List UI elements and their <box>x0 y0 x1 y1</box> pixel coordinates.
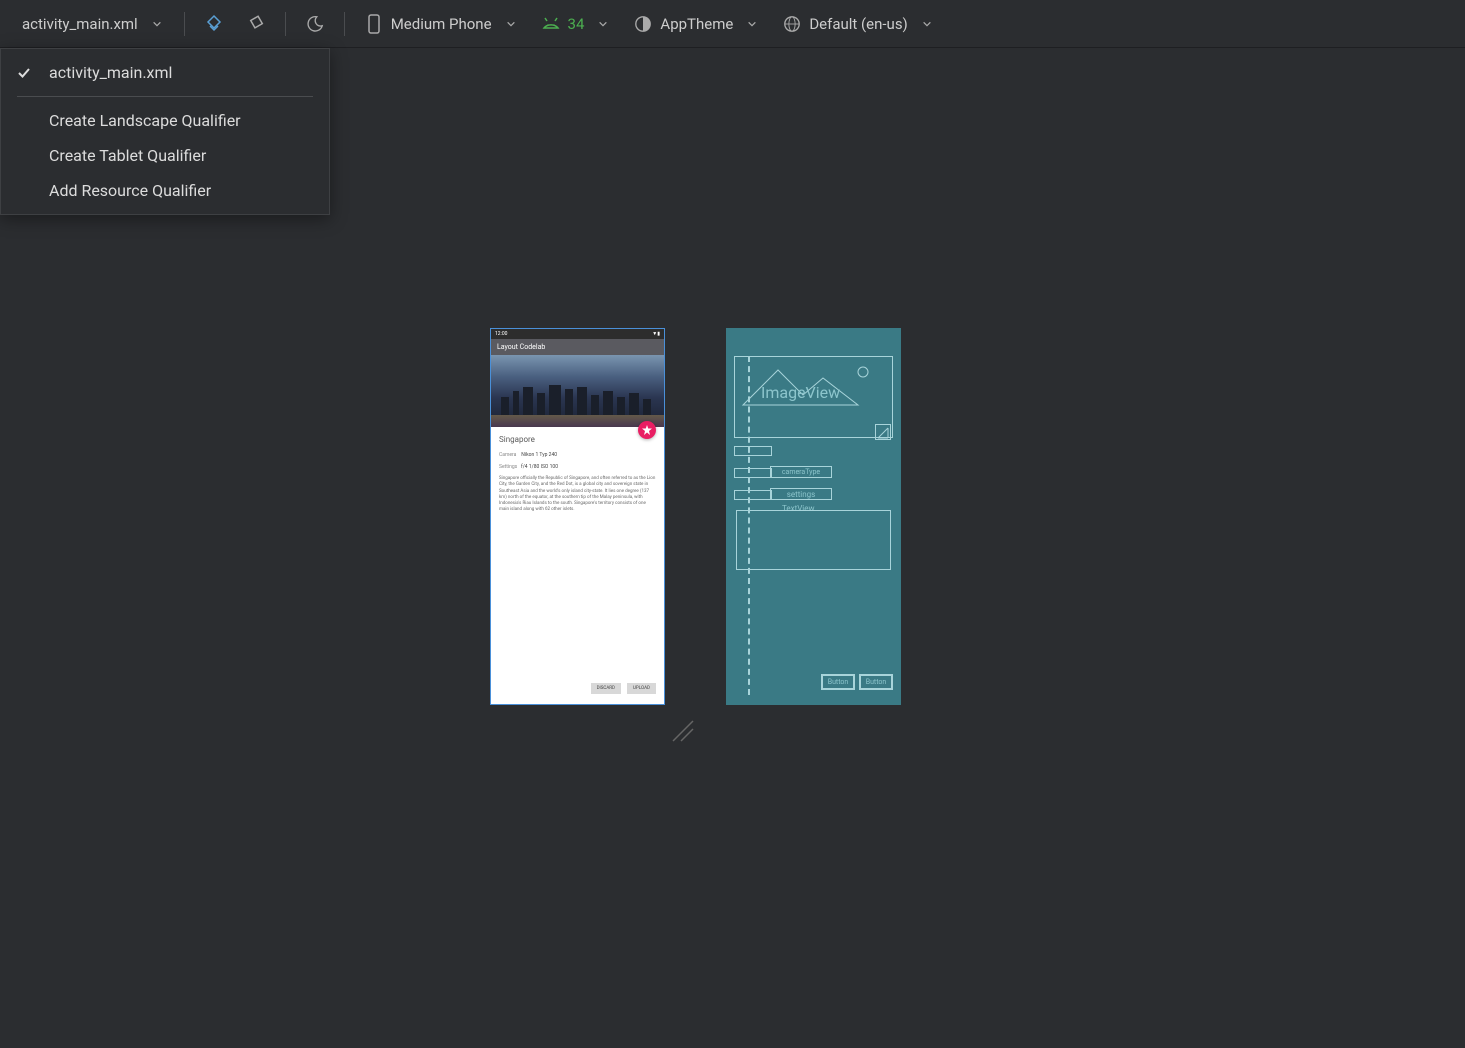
status-icons: ▼▮ <box>652 331 660 337</box>
blueprint-textview-small[interactable] <box>734 468 772 478</box>
separator <box>184 12 185 36</box>
phone-icon <box>363 13 385 35</box>
locale-selector[interactable]: Default (en-us) <box>771 9 945 39</box>
menu-item-label: Create Tablet Qualifier <box>49 146 206 165</box>
moon-icon <box>304 13 326 35</box>
api-selector[interactable]: 34 <box>530 9 623 39</box>
button-row: DISCARD UPLOAD <box>591 683 656 694</box>
dropdown-item-landscape[interactable]: Create Landscape Qualifier <box>1 103 329 138</box>
globe-icon <box>781 13 803 35</box>
app-bar: Layout Codelab <box>491 339 664 355</box>
device-label: Medium Phone <box>391 15 492 33</box>
theme-selector[interactable]: AppTheme <box>622 9 771 39</box>
blueprint-textview-small[interactable] <box>734 490 772 500</box>
dropdown-item-tablet[interactable]: Create Tablet Qualifier <box>1 138 329 173</box>
rotate-icon <box>245 13 267 35</box>
api-level-label: 34 <box>568 15 585 33</box>
camera-row: Camera Nikon 1 Typ 240 <box>499 452 656 458</box>
chevron-down-icon <box>739 13 761 35</box>
diamond-stack-icon <box>203 13 225 35</box>
blueprint-button-1[interactable]: Button <box>821 674 855 690</box>
chevron-down-icon <box>590 13 612 35</box>
chevron-down-icon <box>144 13 166 35</box>
fab-button[interactable] <box>638 421 656 439</box>
menu-divider <box>17 96 313 97</box>
orientation-toggle[interactable] <box>235 9 277 39</box>
android-icon <box>540 13 562 35</box>
location-title: Singapore <box>499 435 656 444</box>
design-surface-toggle[interactable] <box>193 9 235 39</box>
star-icon <box>642 425 652 435</box>
blueprint-textview-small[interactable] <box>734 446 772 456</box>
blueprint-cameratype[interactable]: cameraType <box>770 466 832 478</box>
blueprint-button-2[interactable]: Button <box>859 674 893 690</box>
resize-handle[interactable] <box>665 713 695 743</box>
check-icon <box>17 66 37 80</box>
chevron-down-icon <box>914 13 936 35</box>
separator <box>285 12 286 36</box>
dropdown-selected-label: activity_main.xml <box>49 63 172 82</box>
blueprint-settings[interactable]: settings <box>770 488 832 500</box>
editor-toolbar: activity_main.xml Medium Phone 34 <box>0 0 1465 48</box>
file-dropdown-menu: activity_main.xml Create Landscape Quali… <box>0 48 330 215</box>
status-time: 12:00 <box>495 331 507 337</box>
contrast-icon <box>632 13 654 35</box>
night-mode-toggle[interactable] <box>294 9 336 39</box>
chevron-down-icon <box>498 13 520 35</box>
content-area: Singapore Camera Nikon 1 Typ 240 Setting… <box>491 427 664 522</box>
phone-status-bar: 12:00 ▼▮ <box>491 329 664 339</box>
file-name-label: activity_main.xml <box>22 15 138 33</box>
dropdown-item-current-file[interactable]: activity_main.xml <box>1 55 329 90</box>
description-text: Singapore officially the Republic of Sin… <box>499 476 656 514</box>
file-selector[interactable]: activity_main.xml <box>12 9 176 39</box>
blueprint-fab[interactable] <box>875 424 891 440</box>
app-title: Layout Codelab <box>497 343 545 351</box>
design-preview[interactable]: 12:00 ▼▮ Layout Codelab <box>490 328 665 705</box>
blueprint-preview[interactable]: ImageView cameraType settings TextView B… <box>726 328 901 705</box>
theme-label: AppTheme <box>660 15 733 33</box>
discard-button[interactable]: DISCARD <box>591 683 621 694</box>
separator <box>344 12 345 36</box>
blueprint-imageview-label: ImageView <box>761 383 840 402</box>
menu-item-label: Create Landscape Qualifier <box>49 111 241 130</box>
locale-label: Default (en-us) <box>809 15 907 33</box>
header-image-view <box>491 355 664 427</box>
dropdown-item-resource[interactable]: Add Resource Qualifier <box>1 173 329 208</box>
resize-handle-icon <box>665 713 695 743</box>
settings-row: Settings f/4 1/80 ISO 100 <box>499 464 656 470</box>
device-selector[interactable]: Medium Phone <box>353 9 530 39</box>
menu-item-label: Add Resource Qualifier <box>49 181 211 200</box>
blueprint-textview-body[interactable] <box>736 510 891 570</box>
upload-button[interactable]: UPLOAD <box>627 683 656 694</box>
